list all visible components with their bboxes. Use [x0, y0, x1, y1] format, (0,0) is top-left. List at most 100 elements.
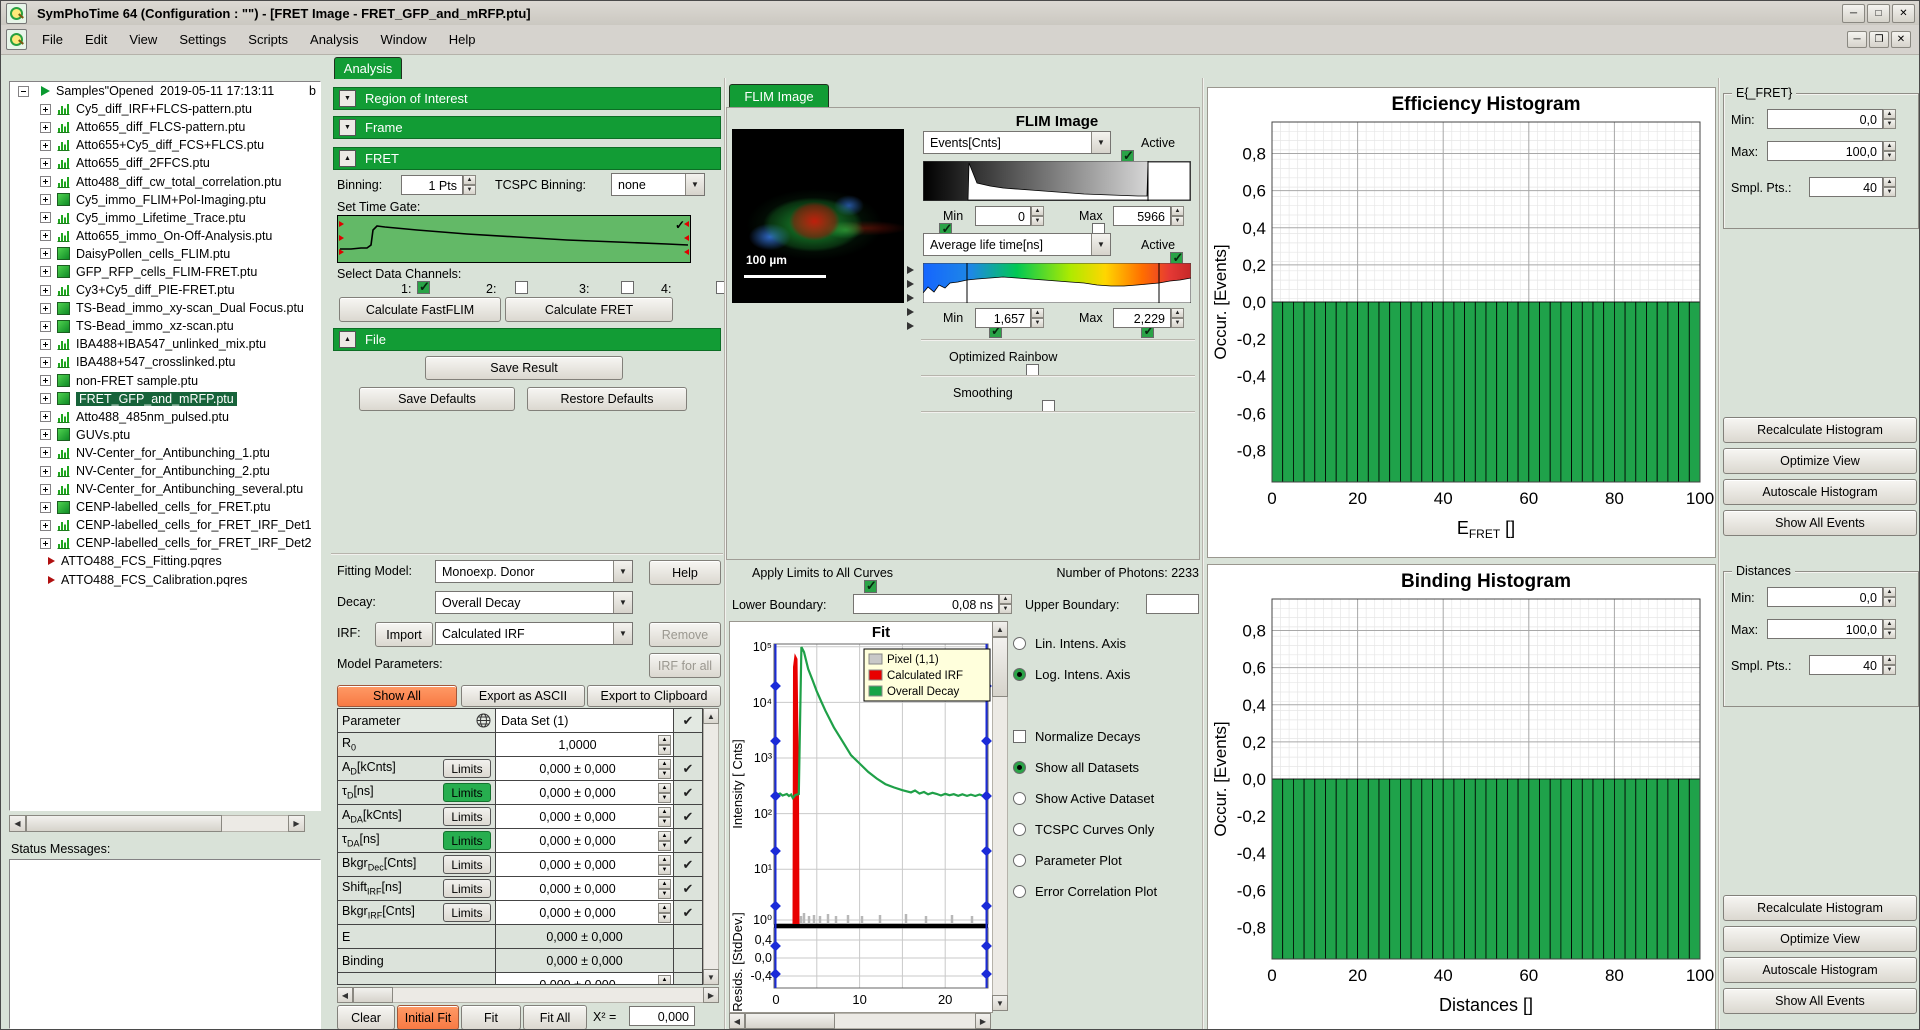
- decay-select[interactable]: Overall Decay ▼: [435, 591, 633, 614]
- expand-box-icon[interactable]: [40, 212, 51, 223]
- globe-icon[interactable]: [476, 713, 491, 728]
- lifetime-min-field[interactable]: 1,657: [975, 308, 1031, 328]
- efficiency-histogram-panel[interactable]: Efficiency Histogram0,80,60,40,20,0-0,2-…: [1207, 87, 1716, 558]
- parameter-table[interactable]: ParameterData Set (1)✔R01,0000▲▼AD[kCnts…: [337, 708, 703, 985]
- menu-help[interactable]: Help: [438, 28, 487, 51]
- intensity-max-stepper[interactable]: ▲▼: [1171, 206, 1184, 226]
- param-check-icon[interactable]: ✔: [674, 757, 702, 780]
- tree-item[interactable]: non-FRET sample.ptu: [10, 372, 320, 390]
- fit-vscroll-thumb[interactable]: [992, 637, 1008, 697]
- table-scroll-up-icon[interactable]: ▲: [703, 708, 719, 724]
- expand-box-icon[interactable]: [40, 339, 51, 350]
- tree-item[interactable]: Cy3+Cy5_diff_PIE-FRET.ptu: [10, 281, 320, 299]
- param-stepper[interactable]: ▲▼: [658, 975, 671, 985]
- table-scroll-left-icon[interactable]: ◀: [337, 987, 353, 1003]
- expand-box-icon[interactable]: [40, 375, 51, 386]
- child-minimize-icon[interactable]: ─: [1847, 31, 1867, 48]
- table-hscrollbar[interactable]: [337, 987, 719, 1003]
- remove-irf-button[interactable]: Remove: [649, 622, 721, 647]
- chevron-down-icon[interactable]: ▼: [613, 623, 632, 644]
- table-row[interactable]: BkgrDec[Cnts]Limits0,000 ± 0,000▲▼✔: [338, 853, 702, 877]
- menu-analysis[interactable]: Analysis: [299, 28, 369, 51]
- radio-parameter-plot[interactable]: Parameter Plot: [1013, 850, 1122, 870]
- efret-smpl-stepper[interactable]: ▲▼: [1883, 177, 1896, 197]
- radio-control[interactable]: [1013, 792, 1026, 805]
- dist-smpl-stepper[interactable]: ▲▼: [1883, 655, 1896, 675]
- radio-control[interactable]: [1013, 885, 1026, 898]
- lower-boundary-stepper[interactable]: ▲▼: [999, 594, 1012, 614]
- limits-button[interactable]: Limits: [443, 855, 491, 874]
- tree-item[interactable]: NV-Center_for_Antibunching_1.ptu: [10, 444, 320, 462]
- radio-control[interactable]: [1013, 761, 1026, 774]
- irf-select[interactable]: Calculated IRF ▼: [435, 622, 633, 645]
- save-defaults-button[interactable]: Save Defaults: [359, 387, 515, 411]
- fit-plot[interactable]: Fit Pixel (1,1) Calculated I: [729, 621, 993, 1013]
- expand-box-icon[interactable]: [40, 393, 51, 404]
- tree-item[interactable]: TS-Bead_immo_xy-scan_Dual Focus.ptu: [10, 299, 320, 317]
- import-irf-button[interactable]: Import: [375, 622, 433, 647]
- apply-limits-checkbox[interactable]: [864, 580, 877, 593]
- lifetime-channel-select[interactable]: Average life time[ns] ▼: [923, 233, 1111, 256]
- table-vscrollbar[interactable]: [703, 708, 719, 985]
- limits-button[interactable]: Limits: [443, 879, 491, 898]
- param-check-icon[interactable]: ✔: [674, 829, 702, 852]
- fit-scroll-down-icon[interactable]: ▼: [992, 995, 1008, 1011]
- efret-min-field[interactable]: 0,0: [1767, 109, 1883, 129]
- table-row[interactable]: Binding0,000 ± 0,000: [338, 949, 702, 973]
- tree-item[interactable]: ATTO488_FCS_Fitting.pqres: [10, 552, 320, 570]
- table-row[interactable]: ADA[kCnts]Limits0,000 ± 0,000▲▼✔: [338, 805, 702, 829]
- section-region-of-interest[interactable]: ▼ Region of Interest: [333, 87, 721, 110]
- flim-image-view[interactable]: 100 µm: [732, 129, 904, 303]
- expand-icon[interactable]: ▲: [339, 331, 356, 348]
- tree-item[interactable]: Atto488_diff_cw_total_correlation.ptu: [10, 172, 320, 190]
- recalculate-histogram-button[interactable]: Recalculate Histogram: [1723, 895, 1917, 921]
- tree-item[interactable]: IBA488+547_crosslinked.ptu: [10, 353, 320, 371]
- channel-1-checkbox[interactable]: [417, 281, 430, 294]
- menu-edit[interactable]: Edit: [74, 28, 118, 51]
- tree-item[interactable]: ATTO488_FCS_Calibration.pqres: [10, 571, 320, 589]
- binding-histogram-panel[interactable]: Binding Histogram0,80,60,40,20,0-0,2-0,4…: [1207, 564, 1716, 1030]
- expand-box-icon[interactable]: [40, 466, 51, 477]
- radio-tcspc-curves-only[interactable]: TCSPC Curves Only: [1013, 819, 1154, 839]
- expand-box-icon[interactable]: [40, 158, 51, 169]
- optimize-view-button[interactable]: Optimize View: [1723, 926, 1917, 952]
- table-row[interactable]: 0,000 ± 0,000▲▼: [338, 973, 702, 985]
- tree-item[interactable]: DaisyPollen_cells_FLIM.ptu: [10, 245, 320, 263]
- param-stepper[interactable]: ▲▼: [658, 735, 671, 754]
- show-all-button[interactable]: Show All: [337, 685, 457, 707]
- tree-item[interactable]: IBA488+IBA547_unlinked_mix.ptu: [10, 335, 320, 353]
- menu-scripts[interactable]: Scripts: [237, 28, 299, 51]
- binning-field[interactable]: 1 Pts: [401, 175, 463, 195]
- tree-item[interactable]: CENP-labelled_cells_for_FRET_IRF_Det1: [10, 516, 320, 534]
- tree-item[interactable]: TS-Bead_immo_xz-scan.ptu: [10, 317, 320, 335]
- intensity-channel-select[interactable]: Events[Cnts] ▼: [923, 131, 1111, 154]
- expand-box-icon[interactable]: [40, 484, 51, 495]
- section-fret[interactable]: ▲ FRET: [333, 147, 721, 170]
- expand-box-icon[interactable]: [40, 538, 51, 549]
- restore-defaults-button[interactable]: Restore Defaults: [527, 387, 687, 411]
- param-stepper[interactable]: ▲▼: [658, 879, 671, 898]
- param-check-icon[interactable]: [674, 733, 702, 756]
- section-frame[interactable]: ▼ Frame: [333, 116, 721, 139]
- dist-smpl-field[interactable]: 40: [1809, 655, 1883, 675]
- efret-max-field[interactable]: 100,0: [1767, 141, 1883, 161]
- collapse-icon[interactable]: ▼: [339, 90, 356, 107]
- table-row[interactable]: BkgrIRF[Cnts]Limits0,000 ± 0,000▲▼✔: [338, 901, 702, 925]
- tree-item[interactable]: Cy5_immo_FLIM+Pol-Imaging.ptu: [10, 191, 320, 209]
- help-button[interactable]: Help: [649, 560, 721, 585]
- efret-min-stepper[interactable]: ▲▼: [1883, 109, 1896, 129]
- time-gate-plot[interactable]: ✓: [337, 215, 691, 263]
- efret-smpl-field[interactable]: 40: [1809, 177, 1883, 197]
- dist-max-field[interactable]: 100,0: [1767, 619, 1883, 639]
- lifetime-max-field[interactable]: 2,229: [1113, 308, 1171, 328]
- param-check-icon[interactable]: ✔: [674, 853, 702, 876]
- expand-box-icon[interactable]: [40, 176, 51, 187]
- fit-hscroll-thumb[interactable]: [745, 1013, 835, 1029]
- irf-for-all-button[interactable]: IRF for all: [649, 653, 721, 678]
- table-scroll-down-icon[interactable]: ▼: [703, 969, 719, 985]
- menu-view[interactable]: View: [118, 28, 168, 51]
- tree-item[interactable]: Atto655+Cy5_diff_FCS+FLCS.ptu: [10, 136, 320, 154]
- collapse-box-icon[interactable]: [18, 86, 29, 97]
- expand-box-icon[interactable]: [40, 285, 51, 296]
- section-file[interactable]: ▲ File: [333, 328, 721, 351]
